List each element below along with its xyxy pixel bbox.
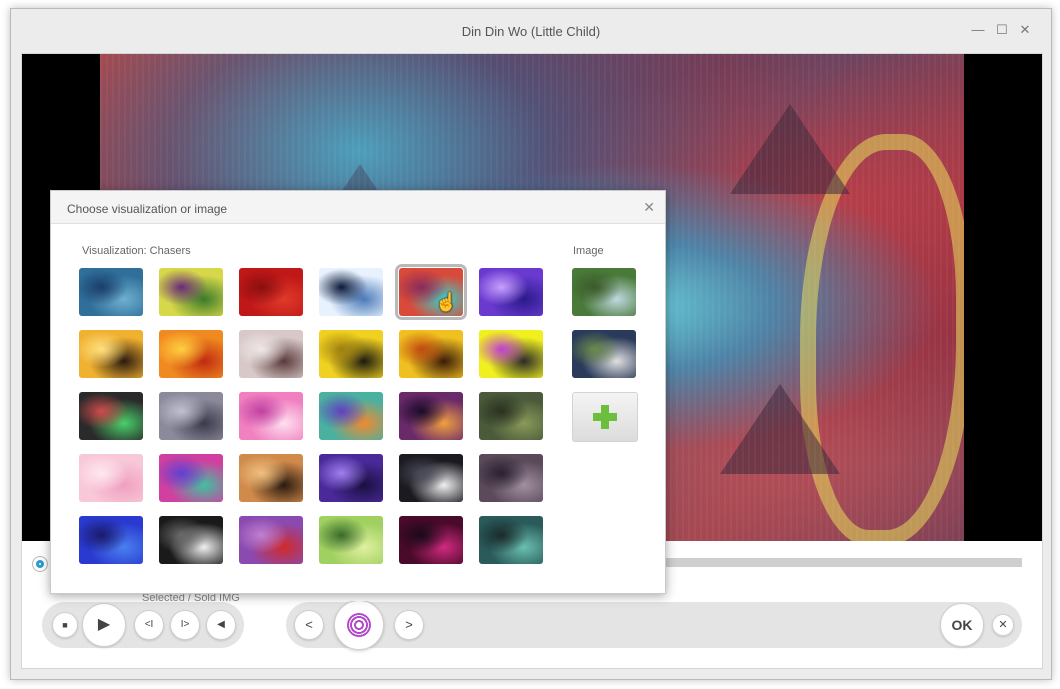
thumbnail-purple-cells[interactable] — [399, 392, 463, 440]
thumbnail-rainbow-ring[interactable] — [319, 392, 383, 440]
window-title: Din Din Wo (Little Child) — [461, 24, 601, 39]
thumbnail-green-burst[interactable] — [159, 268, 223, 316]
visualization-swirl — [800, 134, 964, 541]
thumbnail-teal-waves[interactable] — [479, 516, 543, 564]
thumbnail-film-strip[interactable] — [239, 330, 303, 378]
visualization-controls: < > OK ✕ — [286, 592, 1022, 650]
previous-track-button[interactable]: <I — [134, 610, 164, 640]
thumbnail-pink-swirl[interactable] — [239, 392, 303, 440]
thumbnail-gold-streak[interactable] — [79, 330, 143, 378]
thumbnail-golden-mask[interactable] — [399, 330, 463, 378]
spiral-icon — [347, 613, 371, 637]
add-image-button[interactable] — [572, 392, 638, 442]
thumbnail-stick-dancer[interactable] — [479, 330, 543, 378]
seek-track[interactable] — [662, 558, 1022, 567]
dialog-close-icon[interactable]: ✕ — [643, 199, 655, 216]
thumbnail-grey-vortex[interactable] — [159, 392, 223, 440]
minimize-icon[interactable]: — — [969, 21, 987, 39]
thumbnail-blue-smoke[interactable] — [79, 268, 143, 316]
thumbnail-dusky-nebula[interactable] — [479, 454, 543, 502]
thumbnail-star-field[interactable] — [399, 454, 463, 502]
thumbnail-purple-glow[interactable] — [479, 268, 543, 316]
thumbnail-magenta-arc[interactable] — [399, 516, 463, 564]
next-visualization-button[interactable]: > — [394, 610, 424, 640]
dialog-title: Choose visualization or image — [67, 202, 228, 216]
thumbnail-yellow-spikes[interactable] — [319, 330, 383, 378]
visualization-dialog: Choose visualization or image ✕ Visualiz… — [50, 190, 666, 594]
dialog-header: Choose visualization or image ✕ — [51, 191, 665, 224]
play-button[interactable]: ▶ — [82, 603, 126, 647]
maximize-icon[interactable]: ☐ — [993, 21, 1011, 39]
playback-controls: ■ ▶ <I I> ◀ — [42, 602, 244, 648]
title-bar[interactable]: Din Din Wo (Little Child) — ☐ ✕ — [11, 9, 1051, 53]
image-section-label: Image — [573, 245, 604, 257]
thumbnail-green-lattice[interactable] — [479, 392, 543, 440]
thumbnail-stick-figures[interactable] — [79, 392, 143, 440]
thumbnail-mono-eye[interactable] — [159, 516, 223, 564]
thumbnail-waterfall-photo[interactable] — [572, 268, 636, 316]
visualization-section-label: Visualization: Chasers — [82, 245, 191, 257]
seek-handle[interactable] — [32, 556, 48, 572]
cancel-button[interactable]: ✕ — [992, 614, 1014, 636]
hand-cursor-icon: ☝ — [435, 292, 458, 312]
visualization-shape — [730, 104, 850, 194]
thumbnail-light-tunnel[interactable] — [319, 268, 383, 316]
thumbnail-rainbow-threads[interactable] — [159, 454, 223, 502]
next-track-button[interactable]: I> — [170, 610, 200, 640]
visualization-shape — [720, 384, 840, 474]
thumbnail-fire-nebula[interactable] — [159, 330, 223, 378]
thumbnail-red-ribbons[interactable] — [239, 516, 303, 564]
thumbnail-green-rays[interactable] — [319, 516, 383, 564]
ok-button[interactable]: OK — [940, 603, 984, 647]
thumbnail-pink-dots[interactable] — [79, 454, 143, 502]
volume-button[interactable]: ◀ — [206, 610, 236, 640]
stop-button[interactable]: ■ — [52, 612, 78, 638]
previous-visualization-button[interactable]: < — [294, 610, 324, 640]
close-icon[interactable]: ✕ — [1016, 21, 1034, 39]
thumbnail-blue-bokeh[interactable] — [79, 516, 143, 564]
thumbnail-copper-swirl[interactable] — [239, 454, 303, 502]
visualization-picker-button[interactable] — [334, 592, 384, 650]
thumbnail-violet-galaxy[interactable] — [319, 454, 383, 502]
thumbnail-red-plane[interactable] — [239, 268, 303, 316]
thumbnail-collage-photo[interactable] — [572, 330, 636, 378]
